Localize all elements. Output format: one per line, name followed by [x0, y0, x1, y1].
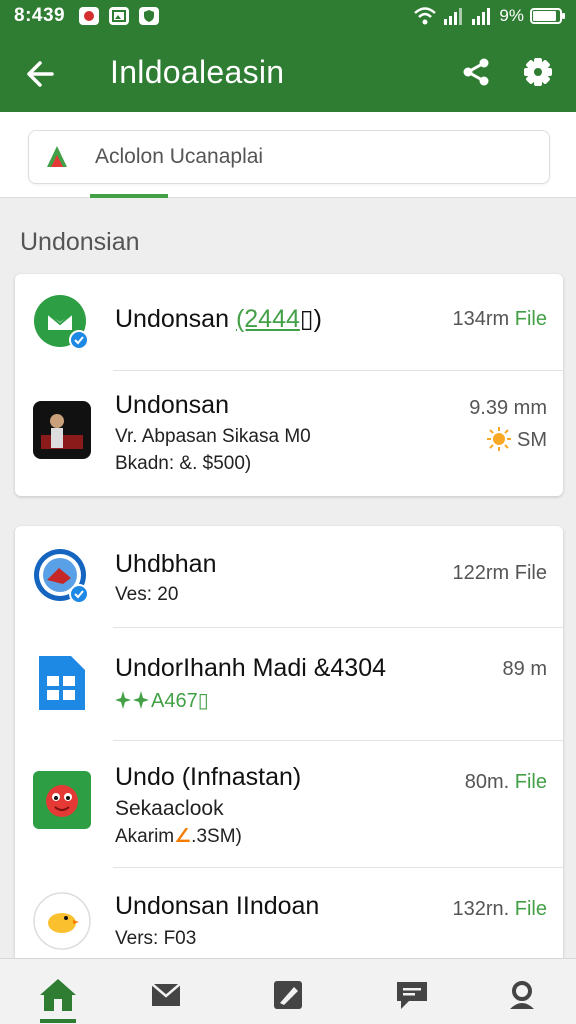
item-title: Undonsan IIndoan [115, 892, 320, 920]
nav-active-indicator [40, 1019, 76, 1023]
search-area: Aclolon Ucanaplai [0, 112, 576, 198]
edit-icon [274, 981, 302, 1009]
item-title: Undo (Infnastan) [115, 763, 302, 791]
gallery-notification-icon [109, 7, 130, 25]
signal-icon-2 [472, 8, 491, 25]
item-subtitle: Ves: 20 [115, 584, 179, 605]
item-meta: 9.39 mm [469, 397, 547, 419]
arrow-left-icon [27, 61, 54, 87]
back-button[interactable] [20, 54, 60, 94]
app-icon [33, 654, 91, 712]
app-icon [33, 294, 91, 352]
app-logo-icon [47, 146, 67, 167]
search-active-indicator [90, 194, 168, 198]
search-text: Aclolon Ucanaplai [95, 145, 264, 168]
share-button[interactable] [456, 52, 496, 92]
list-item[interactable]: Undonsan Vr. Abpasan Sikasa M0 Bkadn: &.… [15, 371, 563, 496]
nav-profile[interactable] [502, 975, 542, 1015]
item-meta: 80m. File [464, 771, 547, 793]
chat-icon [397, 982, 427, 1009]
status-bar: 8:439 9% [0, 0, 576, 32]
item-subtitle: Bkadn: &. $500) [115, 453, 252, 474]
share-icon [463, 58, 489, 86]
app-card: Undonsan (2444▯) 134rm File Undonsan Vr.… [15, 274, 563, 496]
app-card: Uhdbhan Ves: 20 122rm File UndorIhanh Ma… [15, 526, 563, 966]
item-subtitle: Sekaaclook [115, 797, 224, 820]
profile-icon [510, 981, 534, 1009]
battery-percent: 9% [499, 6, 524, 25]
signal-icon [444, 8, 463, 25]
item-subtitle: Akarim∠.3SM) [115, 826, 242, 847]
sheets-app-icon [39, 656, 85, 710]
wifi-icon [414, 7, 437, 25]
search-input[interactable]: Aclolon Ucanaplai [28, 130, 550, 184]
status-system: 9% [413, 6, 565, 26]
record-notification-icon [79, 7, 100, 25]
item-subtitle: A467▯ [115, 688, 209, 713]
sparkle-icon [115, 691, 149, 709]
item-meta: 132rn. File [452, 898, 547, 920]
status-notifications [79, 7, 160, 25]
sun-icon [487, 427, 512, 451]
bottom-navigation [0, 958, 576, 1024]
item-title: Uhdbhan [115, 550, 217, 578]
shield-notification-icon [139, 7, 160, 25]
battery-icon [530, 8, 565, 24]
item-subtitle: Vr. Abpasan Sikasa M0 [115, 426, 311, 447]
item-title: UndorIhanh Madi &4304 [115, 654, 387, 682]
status-time: 8:439 [14, 5, 66, 26]
item-title: Undonsan [115, 391, 229, 419]
gear-icon [524, 58, 552, 86]
app-icon [33, 771, 91, 829]
item-subtitle: Vers: F03 [115, 928, 197, 949]
mail-icon [151, 983, 181, 1006]
game-app-icon [33, 771, 91, 829]
list-item[interactable]: Undo (Infnastan) Sekaaclook Akarim∠.3SM)… [15, 741, 563, 867]
home-icon [40, 979, 76, 1011]
item-meta: 134rm File [452, 308, 548, 330]
list-item[interactable]: Undonsan IIndoan Vers: F03 132rn. File [15, 868, 563, 966]
nav-mail[interactable] [146, 975, 186, 1015]
nav-edit[interactable] [268, 975, 308, 1015]
chick-app-icon [33, 892, 91, 950]
nav-home[interactable] [38, 975, 78, 1015]
list-item[interactable]: UndorIhanh Madi &4304 A467▯ 89 m [15, 628, 563, 740]
item-title: Undonsan (2444▯) [115, 305, 322, 333]
pencil-icon: ∠ [174, 826, 192, 847]
item-meta: 89 m [502, 658, 547, 680]
section-title: Undonsian [20, 228, 140, 256]
video-thumbnail-icon [33, 401, 91, 459]
page-title: Inldoaleasin [110, 54, 285, 90]
nav-chat[interactable] [392, 975, 432, 1015]
app-icon [33, 401, 91, 459]
app-bar: Inldoaleasin [0, 32, 576, 112]
settings-button[interactable] [518, 52, 558, 92]
list-item[interactable]: Uhdbhan Ves: 20 122rm File [15, 526, 563, 626]
item-meta: SM [487, 427, 547, 452]
list-item[interactable]: Undonsan (2444▯) 134rm File [15, 274, 563, 370]
verified-icon [69, 584, 89, 604]
verified-icon [69, 330, 89, 350]
app-icon [33, 892, 91, 950]
item-meta: 122rm File [452, 562, 548, 584]
app-icon [33, 548, 91, 606]
